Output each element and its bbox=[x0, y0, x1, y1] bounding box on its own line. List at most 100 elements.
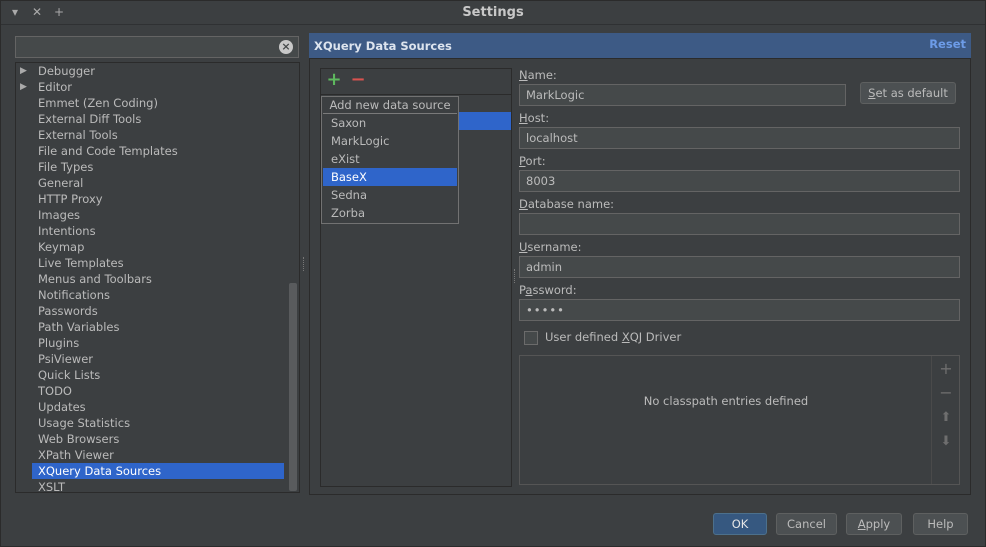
tree-item[interactable]: Passwords bbox=[16, 303, 284, 319]
tree-item[interactable]: Live Templates bbox=[16, 255, 284, 271]
title-bar: ▾ ✕ + Settings bbox=[1, 1, 985, 25]
popup-item-marklogic[interactable]: MarkLogic bbox=[323, 132, 457, 150]
tree-item-label: Emmet (Zen Coding) bbox=[38, 96, 158, 110]
tree-item[interactable]: Updates bbox=[16, 399, 284, 415]
tree-item-label: XSLT bbox=[38, 480, 66, 493]
add-classpath-icon[interactable]: + bbox=[938, 361, 954, 377]
tree-item-label: Usage Statistics bbox=[38, 416, 131, 430]
port-field[interactable]: 8003 bbox=[519, 170, 960, 192]
database-name-field[interactable] bbox=[519, 213, 960, 235]
name-label: Name: bbox=[519, 68, 557, 82]
move-up-icon[interactable]: ⬆ bbox=[938, 410, 954, 426]
ok-button[interactable]: OK bbox=[713, 513, 767, 535]
tree-item[interactable]: PsiViewer bbox=[16, 351, 284, 367]
remove-classpath-icon[interactable]: − bbox=[938, 385, 954, 401]
add-source-icon[interactable]: + bbox=[325, 71, 343, 89]
sources-toolbar: + − bbox=[320, 68, 512, 94]
tree-item-label: PsiViewer bbox=[38, 352, 94, 366]
tree-item[interactable]: ▶ Editor bbox=[16, 79, 284, 95]
window-title: Settings bbox=[462, 5, 524, 20]
tree-item-label: Web Browsers bbox=[38, 432, 120, 446]
middle-splitter-handle[interactable] bbox=[514, 269, 516, 283]
panel-title: XQuery Data Sources bbox=[314, 39, 452, 53]
tree-scrollbar[interactable] bbox=[289, 283, 297, 491]
tree-item-label: XPath Viewer bbox=[38, 448, 114, 462]
popup-item-basex[interactable]: BaseX bbox=[323, 168, 457, 186]
tree-item-label: Intentions bbox=[38, 224, 96, 238]
password-field[interactable]: ••••• bbox=[519, 299, 960, 321]
tree-item[interactable]: XPath Viewer bbox=[16, 447, 284, 463]
tree-item[interactable]: Plugins bbox=[16, 335, 284, 351]
database-name-label: Database name: bbox=[519, 197, 615, 211]
left-splitter-handle[interactable] bbox=[303, 257, 305, 271]
classpath-toolbar: + − ⬆ ⬇ bbox=[931, 356, 959, 484]
tree-item-label: Quick Lists bbox=[38, 368, 101, 382]
popup-item-sedna[interactable]: Sedna bbox=[323, 186, 457, 204]
username-field[interactable]: admin bbox=[519, 256, 960, 278]
tree-item-label: Keymap bbox=[38, 240, 85, 254]
expand-arrow-icon[interactable]: ▶ bbox=[20, 79, 27, 95]
popup-item-saxon[interactable]: Saxon bbox=[323, 114, 457, 132]
tree-item[interactable]: TODO bbox=[16, 383, 284, 399]
tree-item[interactable]: General bbox=[16, 175, 284, 191]
tree-item-label: Editor bbox=[38, 80, 73, 94]
help-button[interactable]: Help bbox=[913, 513, 968, 535]
clear-search-icon[interactable]: × bbox=[279, 40, 293, 54]
xqj-driver-label: User defined XQJ Driver bbox=[545, 330, 682, 344]
selected-source-row[interactable] bbox=[457, 112, 511, 130]
tree-item[interactable]: Usage Statistics bbox=[16, 415, 284, 431]
tree-item[interactable]: Notifications bbox=[16, 287, 284, 303]
tree-item[interactable]: Path Variables bbox=[16, 319, 284, 335]
port-label: Port: bbox=[519, 154, 546, 168]
tree-item[interactable]: Keymap bbox=[16, 239, 284, 255]
tree-item-label: File Types bbox=[38, 160, 94, 174]
tree-item[interactable]: HTTP Proxy bbox=[16, 191, 284, 207]
set-as-default-button[interactable]: Set as default bbox=[860, 82, 956, 104]
xqj-driver-checkbox[interactable] bbox=[524, 331, 538, 345]
move-down-icon[interactable]: ⬇ bbox=[938, 434, 954, 450]
tree-item[interactable]: Menus and Toolbars bbox=[16, 271, 284, 287]
host-field[interactable]: localhost bbox=[519, 127, 960, 149]
tree-item[interactable]: Web Browsers bbox=[16, 431, 284, 447]
tree-item-label: Debugger bbox=[38, 64, 95, 78]
tree-item-label: External Diff Tools bbox=[38, 112, 142, 126]
popup-title: Add new data source bbox=[323, 97, 457, 114]
apply-button[interactable]: Apply bbox=[846, 513, 902, 535]
tree-item[interactable]: Quick Lists bbox=[16, 367, 284, 383]
classpath-panel: No classpath entries defined + − ⬆ ⬇ bbox=[519, 355, 960, 485]
tree-item-label: Notifications bbox=[38, 288, 110, 302]
tree-item-label: Menus and Toolbars bbox=[38, 272, 152, 286]
remove-source-icon[interactable]: − bbox=[349, 71, 367, 89]
tree-item[interactable]: File Types bbox=[16, 159, 284, 175]
classpath-empty-text: No classpath entries defined bbox=[643, 394, 809, 408]
expand-arrow-icon[interactable]: ▶ bbox=[20, 63, 27, 79]
tree-item-label: Images bbox=[38, 208, 81, 222]
tree-item[interactable]: Intentions bbox=[16, 223, 284, 239]
tree-item[interactable]: ▶ Debugger bbox=[16, 63, 284, 79]
tree-item-label: Live Templates bbox=[38, 256, 124, 270]
tree-item-label: Updates bbox=[38, 400, 86, 414]
popup-item-zorba[interactable]: Zorba bbox=[323, 204, 457, 222]
tree-item[interactable]: File and Code Templates bbox=[16, 143, 284, 159]
tree-item[interactable]: External Diff Tools bbox=[16, 111, 284, 127]
tree-item[interactable]: Images bbox=[16, 207, 284, 223]
username-label: Username: bbox=[519, 240, 582, 254]
tree-item[interactable]: XQuery Data Sources bbox=[32, 463, 284, 479]
popup-item-exist[interactable]: eXist bbox=[323, 150, 457, 168]
name-field[interactable]: MarkLogic bbox=[519, 84, 846, 106]
tree-item-label: Passwords bbox=[38, 304, 98, 318]
cancel-button[interactable]: Cancel bbox=[776, 513, 837, 535]
panel-header: XQuery Data Sources Reset bbox=[309, 33, 971, 59]
tree-item-label: Plugins bbox=[38, 336, 80, 350]
tree-item[interactable]: Emmet (Zen Coding) bbox=[16, 95, 284, 111]
host-label: Host: bbox=[519, 111, 550, 125]
add-source-popup: Add new data source Saxon MarkLogic eXist B… bbox=[321, 96, 459, 224]
settings-search-input[interactable] bbox=[15, 36, 299, 58]
tree-item-label: TODO bbox=[38, 384, 72, 398]
reset-link[interactable]: Reset bbox=[929, 37, 966, 51]
tree-item-label: Path Variables bbox=[38, 320, 120, 334]
settings-tree: XSLT XQuery Data Sources XPath Viewer Web B… bbox=[15, 62, 300, 493]
tree-item-label: File and Code Templates bbox=[38, 144, 178, 158]
tree-item[interactable]: External Tools bbox=[16, 127, 284, 143]
tree-item[interactable]: XSLT bbox=[16, 479, 284, 493]
